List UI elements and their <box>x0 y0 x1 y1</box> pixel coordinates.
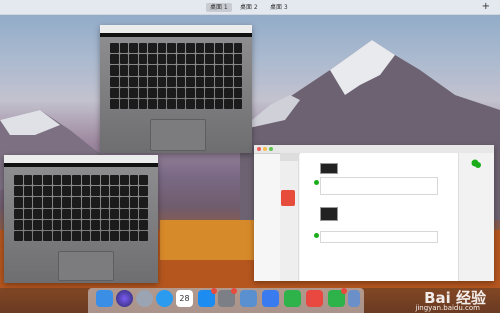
minimize-window-icon[interactable] <box>263 147 267 151</box>
keyboard-photo <box>4 163 158 283</box>
watermark-url: jingyan.baidu.com <box>415 304 480 312</box>
notification-badge <box>231 288 237 294</box>
message-area <box>300 153 458 281</box>
image-capture-icon[interactable] <box>240 290 257 307</box>
message-bubble <box>320 177 438 195</box>
wechat-icon[interactable] <box>328 288 347 307</box>
siri-icon[interactable] <box>116 290 133 307</box>
safari-icon[interactable] <box>156 290 173 307</box>
keyboard-keys <box>110 43 242 109</box>
image-preview-window-2[interactable] <box>4 155 158 283</box>
keyboard-keys <box>14 175 148 241</box>
preview-icon[interactable] <box>348 290 360 307</box>
message-photo[interactable] <box>320 163 338 174</box>
trackpad <box>150 119 206 151</box>
space-desktop-1[interactable]: 桌面 1 <box>206 3 232 12</box>
notification-badge <box>211 288 217 294</box>
notification-badge <box>341 288 347 294</box>
space-desktop-3[interactable]: 桌面 3 <box>266 3 292 12</box>
trackpad <box>58 251 114 281</box>
finder-icon[interactable] <box>96 290 113 307</box>
feishu-icon[interactable] <box>262 290 279 307</box>
sidebar-item[interactable] <box>280 177 298 185</box>
system-preferences-icon[interactable] <box>218 288 237 307</box>
right-panel <box>458 153 494 281</box>
app-icon[interactable] <box>281 190 295 206</box>
space-desktop-2[interactable]: 桌面 2 <box>236 3 262 12</box>
add-space-button[interactable]: + <box>482 1 490 12</box>
launchpad-icon[interactable] <box>136 290 153 307</box>
avatar <box>314 180 319 185</box>
dock: 28 <box>88 288 364 313</box>
close-window-icon[interactable] <box>257 147 261 151</box>
image-preview-window-1[interactable] <box>100 25 252 153</box>
sidebar <box>280 153 299 281</box>
keyboard-photo <box>100 33 252 153</box>
sidebar-item[interactable] <box>280 161 298 169</box>
mission-control-bar: 桌面 1 桌面 2 桌面 3 + <box>0 0 500 15</box>
sidebar-item[interactable] <box>280 153 298 161</box>
sidebar-item[interactable] <box>280 169 298 177</box>
messaging-app-window[interactable] <box>254 145 494 281</box>
message-photo[interactable] <box>320 207 338 221</box>
zoom-window-icon[interactable] <box>269 147 273 151</box>
app-store-icon[interactable] <box>198 288 217 307</box>
avatar <box>314 233 319 238</box>
calendar-icon[interactable]: 28 <box>176 290 193 307</box>
message-bubble <box>320 231 438 243</box>
wechat-icon <box>471 159 481 168</box>
play-icon[interactable] <box>284 290 301 307</box>
app-icon[interactable] <box>306 290 323 307</box>
